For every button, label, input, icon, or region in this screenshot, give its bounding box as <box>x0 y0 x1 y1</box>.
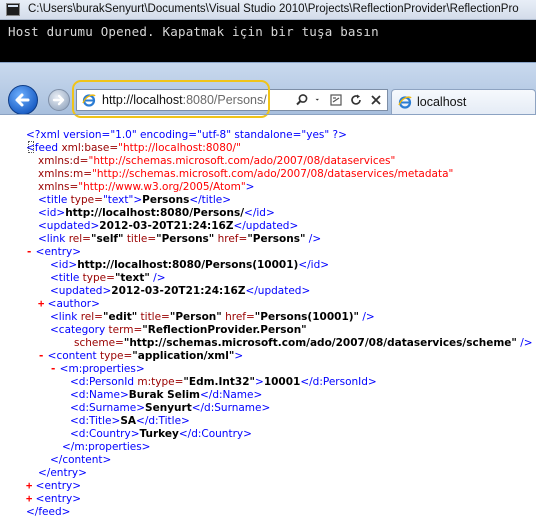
xml-entry-title: <title type="text" /> <box>50 272 166 284</box>
expand-toggle[interactable]: + <box>26 480 32 492</box>
xml-entry-collapsed[interactable]: + <entry> <box>26 493 81 506</box>
tab-label: localhost <box>417 95 467 109</box>
xml-mproperties-close: </m:properties> <box>62 441 151 453</box>
xml-entry-open[interactable]: - <entry> <box>26 246 81 259</box>
back-icon <box>15 93 30 107</box>
xml-content-open[interactable]: - <content type="application/xml"> <box>38 350 243 363</box>
address-bar-buttons <box>295 92 383 108</box>
xml-feed-title: <title type="text">Persons</title> <box>38 194 231 206</box>
xml-ns-m: xmlns:m="http://schemas.microsoft.com/ad… <box>38 168 454 180</box>
address-url[interactable]: http://localhost:8080/Persons/ <box>102 93 267 107</box>
xml-entry-id: <id>http://localhost:8080/Persons(10001)… <box>50 259 330 271</box>
xml-category: <category term="ReflectionProvider.Perso… <box>50 324 307 336</box>
xml-declaration: <?xml version="1.0" encoding="utf-8" sta… <box>26 129 347 141</box>
xml-feed-link: <link rel="self" title="Persons" href="P… <box>38 233 322 245</box>
chevron-down-icon[interactable] <box>315 93 323 107</box>
browser-window: http://localhost:8080/Persons/ localhost… <box>0 62 536 528</box>
expand-toggle[interactable]: + <box>38 298 44 310</box>
compat-view-icon[interactable] <box>329 93 343 107</box>
stop-icon[interactable] <box>369 93 383 107</box>
forward-icon <box>52 94 65 106</box>
url-path: :8080/Persons/ <box>182 93 267 107</box>
back-button[interactable] <box>8 85 38 115</box>
collapse-toggle[interactable]: - <box>50 363 56 375</box>
console-window: C:\Users\burakSenyurt\Documents\Visual S… <box>0 0 536 62</box>
xml-author-collapsed[interactable]: + <author> <box>38 298 100 311</box>
search-icon[interactable] <box>295 93 309 107</box>
focus-marker <box>28 141 34 153</box>
ie-page-icon <box>398 96 412 109</box>
xml-feed-open: <feed xml:base="http://localhost:8080/" <box>26 141 241 154</box>
collapse-toggle[interactable]: - <box>26 246 32 258</box>
url-host: http://localhost <box>102 93 183 107</box>
ie-logo-icon <box>82 94 96 107</box>
xml-dtitle: <d:Title>SA</d:Title> <box>70 415 190 427</box>
xml-country: <d:Country>Turkey</d:Country> <box>70 428 252 440</box>
expand-toggle[interactable]: + <box>26 493 32 505</box>
xml-feed-id: <id>http://localhost:8080/Persons/</id> <box>38 207 275 219</box>
xml-category-scheme: scheme="http://schemas.microsoft.com/ado… <box>74 337 533 349</box>
xml-entry-close: </entry> <box>38 467 87 479</box>
xml-surname: <d:Surname>Senyurt</d:Surname> <box>70 402 271 414</box>
refresh-icon[interactable] <box>349 93 363 107</box>
xml-name: <d:Name>Burak Selim</d:Name> <box>70 389 263 401</box>
console-output-line: Host durumu Opened. Kapatmak için bir tu… <box>8 24 379 39</box>
console-app-icon <box>6 3 20 16</box>
xml-feed-updated: <updated>2012-03-20T21:24:16Z</updated> <box>38 220 299 232</box>
xml-personid: <d:PersonId m:type="Edm.Int32">10001</d:… <box>70 376 377 388</box>
forward-button[interactable] <box>48 89 70 111</box>
address-bar[interactable]: http://localhost:8080/Persons/ <box>76 89 388 111</box>
xml-ns-d: xmlns:d="http://schemas.microsoft.com/ad… <box>38 155 396 167</box>
console-title: C:\Users\burakSenyurt\Documents\Visual S… <box>28 3 519 15</box>
xml-document-view: <?xml version="1.0" encoding="utf-8" sta… <box>0 122 536 528</box>
xml-entry-collapsed[interactable]: + <entry> <box>26 480 81 493</box>
tab-localhost[interactable]: localhost <box>391 89 536 115</box>
xml-feed-close: </feed> <box>26 506 71 518</box>
xml-ns-atom: xmlns="http://www.w3.org/2005/Atom"> <box>38 181 255 193</box>
xml-entry-updated: <updated>2012-03-20T21:24:16Z</updated> <box>50 285 311 297</box>
xml-entry-link: <link rel="edit" title="Person" href="Pe… <box>50 311 375 323</box>
xml-mproperties-open[interactable]: - <m:properties> <box>50 363 145 376</box>
console-title-bar[interactable]: C:\Users\burakSenyurt\Documents\Visual S… <box>0 0 536 20</box>
toolbar-divider <box>0 114 536 115</box>
collapse-toggle[interactable]: - <box>38 350 44 362</box>
browser-toolbar: http://localhost:8080/Persons/ localhost <box>0 62 536 118</box>
xml-content-close: </content> <box>50 454 112 466</box>
